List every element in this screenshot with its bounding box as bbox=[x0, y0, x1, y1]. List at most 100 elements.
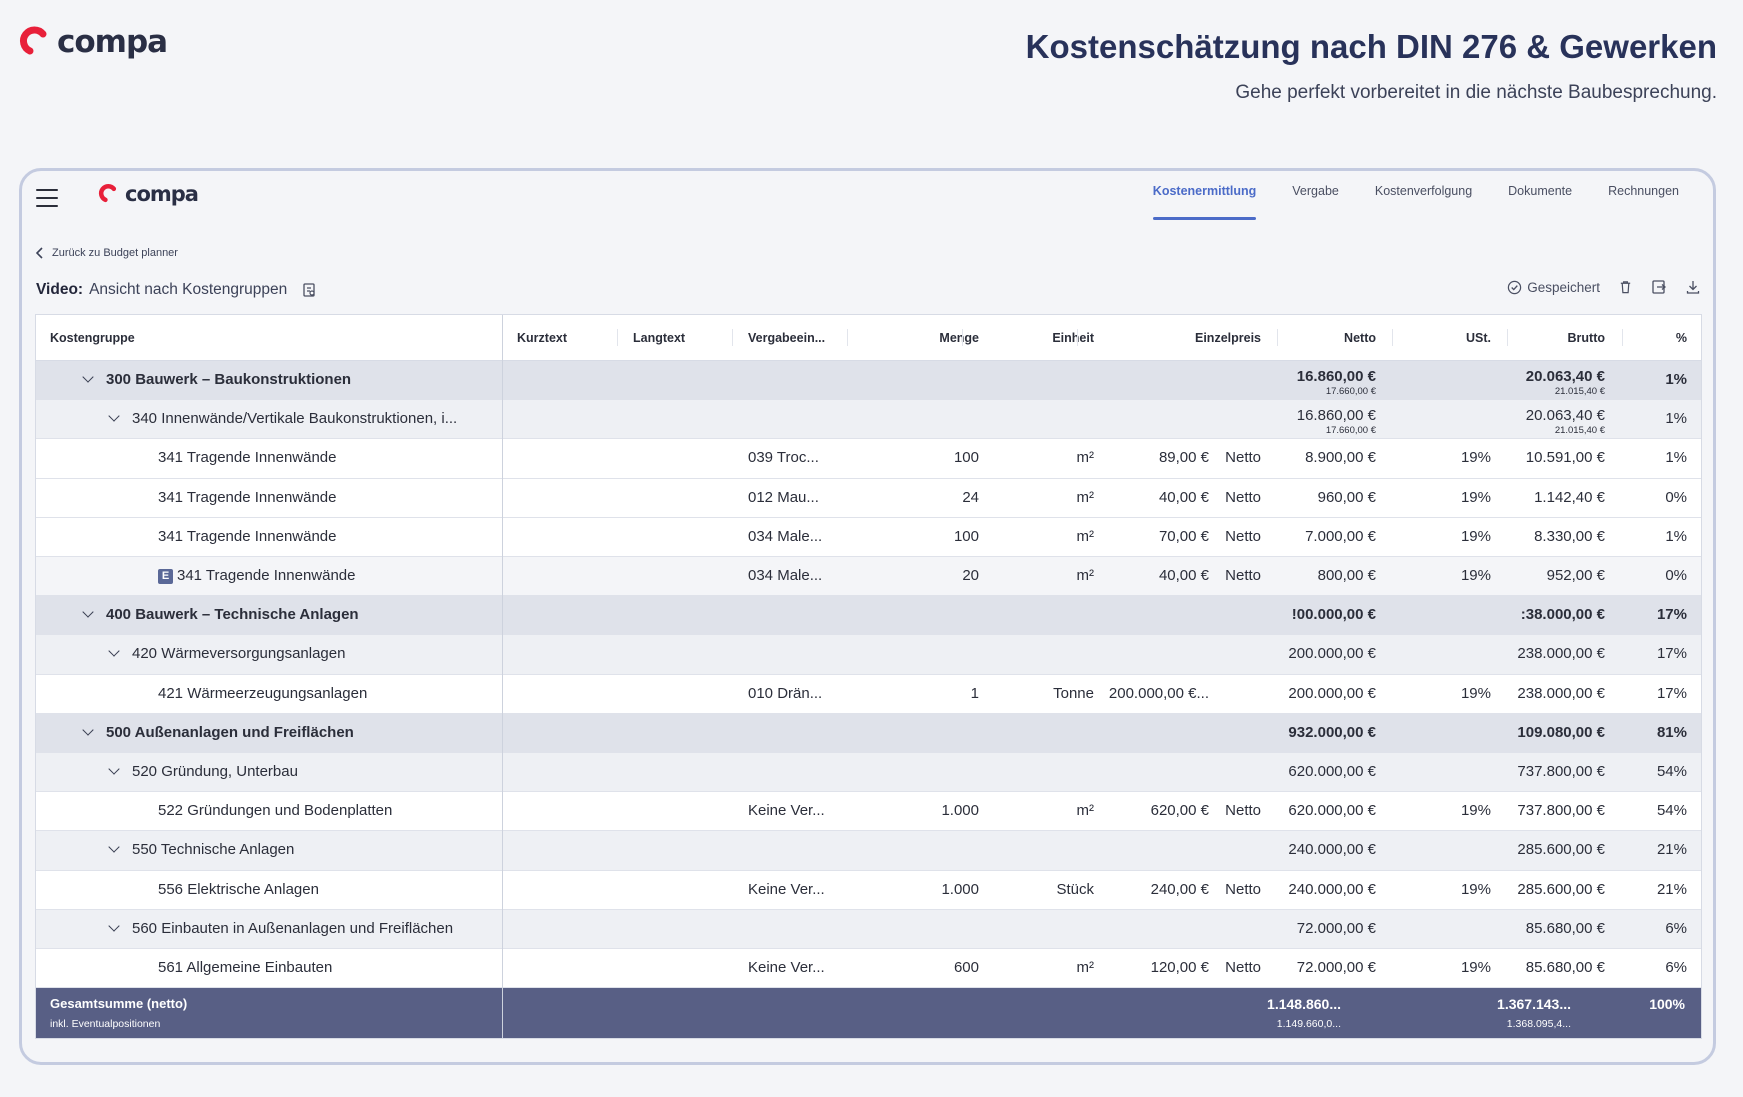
einheit-cell: m² bbox=[1076, 488, 1095, 506]
table-row[interactable]: E 341 Tragende Innenwände 034 Male... 20 m² 4… bbox=[36, 557, 1701, 597]
chevron-down-icon[interactable] bbox=[82, 371, 94, 383]
view-name: Ansicht nach Kostengruppen bbox=[89, 281, 288, 298]
column-header-kostengruppe[interactable]: Kostengruppe bbox=[50, 331, 135, 345]
hamburger-menu-icon[interactable] bbox=[36, 188, 58, 208]
netto-cell: 240.000,00 € bbox=[1288, 841, 1376, 859]
tab-vergabe[interactable]: Vergabe bbox=[1274, 184, 1357, 220]
tab-kostenermittlung[interactable]: Kostenermittlung bbox=[1135, 184, 1274, 220]
chevron-down-icon[interactable] bbox=[82, 724, 94, 736]
column-header-einzelpreis[interactable]: Einzelpreis bbox=[1195, 331, 1261, 345]
column-header-netto[interactable]: Netto bbox=[1344, 331, 1376, 345]
compa-logo-icon bbox=[19, 26, 47, 55]
table-row[interactable]: 341 Tragende Innenwände 034 Male... 100 m² 7… bbox=[36, 517, 1701, 557]
kostengruppe-name: 550 Technische Anlagen bbox=[132, 841, 295, 859]
chevron-down-icon[interactable] bbox=[82, 606, 94, 618]
vergabe-cell: 039 Troc... bbox=[748, 449, 819, 467]
table-row[interactable]: 300 Bauwerk – Baukonstruktionen 16.860,00… bbox=[36, 361, 1701, 401]
netto-cell: 7.000,00 € bbox=[1305, 527, 1376, 545]
vergabe-cell: Keine Ver... bbox=[748, 959, 825, 976]
percent-cell: 1% bbox=[1665, 371, 1687, 388]
trash-icon[interactable] bbox=[1618, 279, 1633, 295]
einheit-cell: m² bbox=[1076, 527, 1095, 545]
column-header-kurztext[interactable]: Kurztext bbox=[517, 331, 567, 345]
saved-status: Gespeichert bbox=[1507, 280, 1600, 295]
preistyp-cell: Netto bbox=[1225, 802, 1261, 820]
chevron-down-icon[interactable] bbox=[108, 920, 120, 932]
tab-kostenverfolgung[interactable]: Kostenverfolgung bbox=[1357, 184, 1490, 220]
netto-subvalue: 17.660,00 € bbox=[1325, 425, 1376, 437]
table-row[interactable]: 400 Bauwerk – Technische Anlagen !00.000,… bbox=[36, 596, 1701, 636]
table-row[interactable]: 520 Gründung, Unterbau 620.000,00 € 737.80… bbox=[36, 753, 1701, 793]
export-icon[interactable] bbox=[1651, 279, 1667, 295]
column-header-menge[interactable]: Menge bbox=[939, 331, 979, 345]
kostengruppe-cell: 340 Innenwände/Vertikale Baukonstruktion… bbox=[108, 410, 457, 427]
brutto-cell: 737.800,00 € bbox=[1517, 802, 1605, 820]
column-header-brutto[interactable]: Brutto bbox=[1568, 331, 1606, 345]
kostengruppe-cell: 300 Bauwerk – Baukonstruktionen bbox=[82, 371, 351, 388]
kostengruppe-name: 520 Gründung, Unterbau bbox=[132, 763, 298, 780]
preistyp-cell: Netto bbox=[1225, 527, 1261, 545]
navbar: compa Kostenermittlung Vergabe Kostenverfo… bbox=[22, 171, 1713, 231]
kostengruppe-name: 560 Einbauten in Außenanlagen und Freifl… bbox=[132, 919, 454, 937]
ust-cell: 19% bbox=[1460, 567, 1491, 584]
menge-cell: 100 bbox=[953, 449, 979, 467]
column-header-ust[interactable]: USt. bbox=[1466, 331, 1491, 345]
preistyp-cell: Netto bbox=[1225, 449, 1261, 467]
chevron-down-icon[interactable] bbox=[108, 763, 120, 775]
percent-cell: 81% bbox=[1656, 723, 1687, 741]
total-label: Gesamtsumme (netto) bbox=[50, 996, 188, 1011]
tab-dokumente[interactable]: Dokumente bbox=[1490, 184, 1590, 220]
table-row[interactable]: 522 Gründungen und Bodenplatten Keine Ver… bbox=[36, 792, 1701, 832]
edit-document-icon[interactable] bbox=[301, 282, 317, 298]
preistyp-cell: Netto bbox=[1225, 880, 1261, 898]
column-header-einheit[interactable]: Einheit bbox=[1052, 331, 1094, 345]
table-row[interactable]: 560 Einbauten in Außenanlagen und Freifl… bbox=[36, 909, 1701, 949]
brutto-cell: 1.142,40 € bbox=[1534, 488, 1605, 506]
table-row[interactable]: 340 Innenwände/Vertikale Baukonstruktion… bbox=[36, 400, 1701, 440]
column-header-langtext[interactable]: Langtext bbox=[633, 331, 685, 345]
tab-rechnungen[interactable]: Rechnungen bbox=[1590, 184, 1697, 220]
back-link[interactable]: Zurück zu Budget planner bbox=[36, 247, 178, 259]
table-row[interactable]: 421 Wärmeerzeugungsanlagen 010 Drän... 1 To… bbox=[36, 674, 1701, 714]
total-sublabel: inkl. Eventualpositionen bbox=[50, 1018, 161, 1030]
kostengruppe-cell: E 341 Tragende Innenwände bbox=[158, 567, 355, 585]
brutto-subvalue: 21.015,40 € bbox=[1554, 386, 1605, 397]
brutto-cell: 285.600,00 € bbox=[1517, 880, 1605, 898]
netto-cell: 960,00 € bbox=[1317, 488, 1376, 506]
table-row[interactable]: 556 Elektrische Anlagen Keine Ver... 1.000… bbox=[36, 870, 1701, 910]
brutto-subvalue: 21.015,40 € bbox=[1554, 425, 1605, 437]
kostengruppe-name: 556 Elektrische Anlagen bbox=[158, 880, 319, 898]
kostengruppe-cell: 341 Tragende Innenwände bbox=[158, 489, 336, 506]
table-row[interactable]: 561 Allgemeine Einbauten Keine Ver... 600 m… bbox=[36, 949, 1701, 989]
download-icon[interactable] bbox=[1685, 279, 1701, 295]
ust-cell: 19% bbox=[1460, 880, 1491, 898]
chevron-down-icon[interactable] bbox=[108, 841, 120, 854]
ust-cell: 19% bbox=[1460, 488, 1491, 506]
netto-subvalue: 17.660,00 € bbox=[1325, 386, 1376, 397]
kostengruppe-cell: 550 Technische Anlagen bbox=[108, 841, 295, 859]
table-row[interactable]: 500 Außenanlagen und Freiflächen 932.000,… bbox=[36, 713, 1701, 753]
column-header-pct[interactable]: % bbox=[1676, 331, 1687, 345]
menge-cell: 1.000 bbox=[941, 880, 979, 898]
app-logo[interactable]: compa bbox=[97, 182, 199, 206]
total-row: Gesamtsumme (netto) inkl. Eventualpositi… bbox=[36, 988, 1701, 1038]
table-row[interactable]: 341 Tragende Innenwände 039 Troc... 100 m² 8… bbox=[36, 439, 1701, 479]
table-row[interactable]: 550 Technische Anlagen 240.000,00 € 285.60… bbox=[36, 831, 1701, 871]
vergabe-cell: 012 Mau... bbox=[748, 488, 819, 506]
menge-cell: 20 bbox=[962, 567, 979, 584]
cost-table: Kostengruppe Kurztext Langtext Vergabeein..… bbox=[35, 314, 1702, 1039]
column-header-vergabe[interactable]: Vergabeein... bbox=[748, 331, 825, 345]
chevron-down-icon[interactable] bbox=[108, 645, 120, 658]
table-row[interactable]: 341 Tragende Innenwände 012 Mau... 24 m² 40,… bbox=[36, 478, 1701, 518]
table-row[interactable]: 420 Wärmeversorgungsanlagen 200.000,00 € 2… bbox=[36, 635, 1701, 675]
chevron-down-icon[interactable] bbox=[108, 410, 120, 422]
kostengruppe-cell: 400 Bauwerk – Technische Anlagen bbox=[82, 606, 359, 623]
preistyp-cell: Netto bbox=[1225, 959, 1261, 976]
kostengruppe-cell: 520 Gründung, Unterbau bbox=[108, 763, 298, 780]
kostengruppe-name: 420 Wärmeversorgungsanlagen bbox=[132, 645, 346, 663]
kostengruppe-cell: 556 Elektrische Anlagen bbox=[158, 881, 319, 898]
netto-cell: 240.000,00 € bbox=[1288, 880, 1376, 898]
percent-cell: 17% bbox=[1656, 645, 1687, 663]
einzelpreis-cell: 40,00 € bbox=[1158, 567, 1209, 584]
brutto-cell: 238.000,00 € bbox=[1517, 684, 1605, 702]
